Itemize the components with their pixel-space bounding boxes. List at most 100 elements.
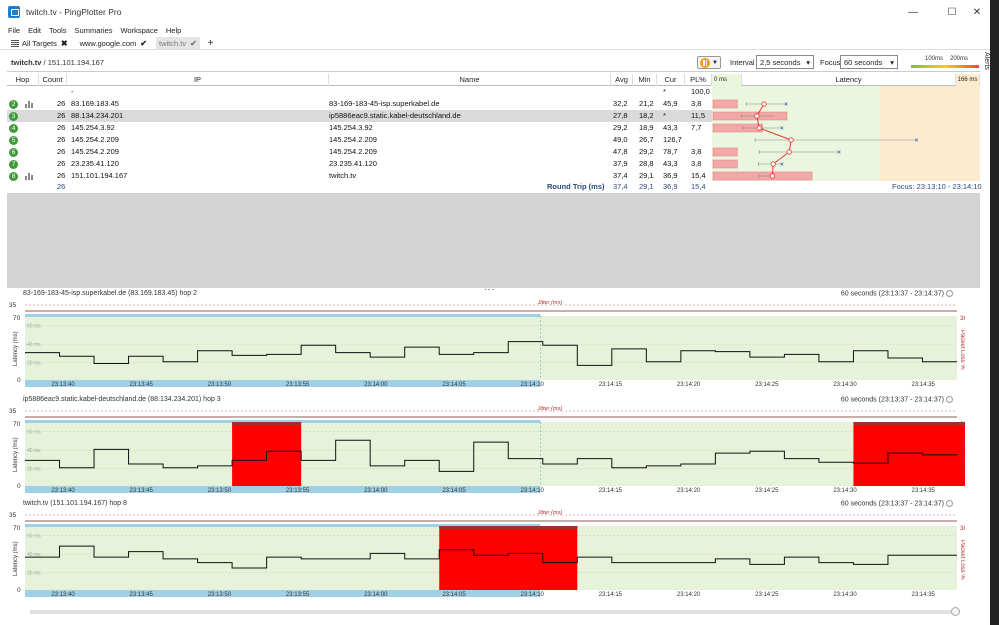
- packet-loss-cap: [853, 422, 965, 425]
- focus-band-top: [25, 314, 541, 317]
- cell-count: 26: [57, 111, 66, 120]
- alerts-tab[interactable]: Alerts: [980, 52, 990, 82]
- current-latency-mark: ×: [915, 138, 919, 145]
- loss-axis-label: Packet Loss %: [959, 330, 965, 370]
- col-name[interactable]: Name: [329, 74, 611, 86]
- tab-twitch[interactable]: twitch.tv ✔: [156, 37, 200, 49]
- target-header: twitch.tv / 151.101.194.167 ▼ Interval 2…: [7, 54, 980, 72]
- cell-count: 26: [57, 123, 66, 132]
- col-min[interactable]: Min: [633, 74, 657, 86]
- cell-avg: 37,9: [613, 159, 628, 168]
- menu-workspace[interactable]: Workspace: [120, 26, 157, 35]
- chevron-down-icon: ▾: [890, 57, 894, 67]
- loss-max: 30: [960, 421, 965, 428]
- trace-table: Hop Count IP Name Avg Min Cur PL% 0 ms L…: [7, 74, 982, 288]
- col-hop[interactable]: Hop: [7, 74, 39, 86]
- timeline-scrollbar[interactable]: [30, 607, 960, 616]
- cell-ip: 145.254.3.92: [71, 123, 115, 132]
- current-latency-mark: ×: [784, 102, 788, 109]
- cell-name: 83-169-183-45-isp.superkabel.de: [329, 99, 440, 108]
- time-tick: 23:14:05: [442, 592, 466, 598]
- time-tick: 23:14:30: [833, 382, 857, 388]
- time-tick: 23:13:55: [286, 488, 310, 494]
- menu-summaries[interactable]: Summaries: [75, 26, 113, 35]
- hop-badge: 6: [9, 148, 18, 157]
- grid-label: 40 ms: [27, 342, 41, 348]
- y-tick-70: 70: [13, 421, 21, 428]
- interval-label: Interval: [730, 58, 755, 67]
- time-tick: 23:14:30: [833, 488, 857, 494]
- cell-ip: 145.254.2.209: [71, 135, 119, 144]
- current-latency-mark: ×: [780, 162, 784, 169]
- menu-help[interactable]: Help: [166, 26, 181, 35]
- time-tick: 23:14:05: [442, 488, 466, 494]
- scroll-thumb[interactable]: [951, 607, 960, 616]
- graph-icon[interactable]: [25, 173, 33, 180]
- cell-pl: 100,0: [691, 87, 710, 96]
- cell-avg: 29,2: [613, 123, 628, 132]
- time-tick: 23:13:50: [208, 382, 232, 388]
- close-button[interactable]: ✕: [960, 0, 994, 24]
- cell-ip: 23.235.41.120: [71, 159, 119, 168]
- tab-all-targets[interactable]: All Targets ✖: [8, 37, 71, 49]
- add-tab-button[interactable]: +: [208, 38, 214, 49]
- grid-label: 60 ms: [27, 534, 41, 540]
- cell-pl: 3,8: [691, 147, 702, 156]
- cell-ip: 145.254.2.209: [71, 147, 119, 156]
- loss-max: 30: [960, 525, 965, 532]
- cell-min: 28,8: [639, 159, 654, 168]
- graph-icon[interactable]: [25, 101, 33, 108]
- y-axis-label: Latency (ms): [13, 331, 19, 366]
- cell-min: 18,9: [639, 123, 654, 132]
- target-ip: 151.101.194.167: [47, 58, 104, 67]
- col-pl[interactable]: PL%: [685, 74, 712, 86]
- latency-warn-zone: [880, 86, 980, 181]
- menu-tools[interactable]: Tools: [49, 26, 67, 35]
- time-tick: 23:13:45: [130, 488, 154, 494]
- breadcrumb: twitch.tv / 151.101.194.167: [11, 58, 104, 67]
- total-pl: 15,4: [691, 182, 706, 191]
- focus-value: 60 seconds: [844, 57, 883, 67]
- col-ip[interactable]: IP: [67, 74, 329, 86]
- time-tick: 23:13:40: [51, 488, 75, 494]
- cell-count: 26: [57, 159, 66, 168]
- total-label: Round Trip (ms): [547, 182, 605, 191]
- col-count[interactable]: Count: [39, 74, 67, 86]
- app-window: twitch.tv - PingPlotter Pro — ☐ ✕ File E…: [0, 0, 999, 625]
- jitter-max: 35: [9, 408, 17, 415]
- col-cur[interactable]: Cur: [657, 74, 685, 86]
- check-icon[interactable]: ✔: [140, 39, 147, 48]
- minimize-button[interactable]: —: [896, 0, 930, 24]
- focus-label: Focus: [820, 58, 841, 67]
- grid-label: 40 ms: [27, 448, 41, 454]
- loss-axis-label: Packet Loss %: [959, 436, 965, 476]
- menu-file[interactable]: File: [8, 26, 20, 35]
- check-icon[interactable]: ✔: [190, 39, 197, 48]
- pin-icon[interactable]: ✖: [61, 39, 68, 48]
- tab-google[interactable]: www.google.com ✔: [77, 37, 150, 49]
- avg-latency-point: [788, 137, 794, 143]
- cell-cur: *: [663, 87, 666, 96]
- cell-count: 26: [57, 135, 66, 144]
- cell-min: 29,2: [639, 147, 654, 156]
- time-tick: 23:14:20: [677, 488, 701, 494]
- hop-badge: 3: [9, 112, 18, 121]
- time-tick: 23:14:25: [755, 592, 779, 598]
- col-avg[interactable]: Avg: [611, 74, 633, 86]
- interval-select[interactable]: 2,5 seconds ▾: [756, 55, 814, 69]
- packet-loss-bar: [712, 99, 738, 109]
- tab-label: twitch.tv: [159, 38, 187, 48]
- latency-scale: 100ms 200ms: [911, 56, 979, 69]
- hop-badge: 5: [9, 136, 18, 145]
- cell-name: 145.254.2.209: [329, 147, 377, 156]
- current-latency-mark: ×: [780, 126, 784, 133]
- col-latency: Latency: [742, 74, 956, 86]
- focus-select[interactable]: 60 seconds ▾: [840, 55, 898, 69]
- cell-cur: *: [663, 111, 666, 120]
- menu-edit[interactable]: Edit: [28, 26, 41, 35]
- scale-100: 100ms: [925, 56, 944, 62]
- pause-button[interactable]: ▼: [697, 56, 721, 69]
- cell-cur: 45,9: [663, 99, 678, 108]
- latency-graph: ××××××: [712, 86, 980, 181]
- cell-cur: 43,3: [663, 159, 678, 168]
